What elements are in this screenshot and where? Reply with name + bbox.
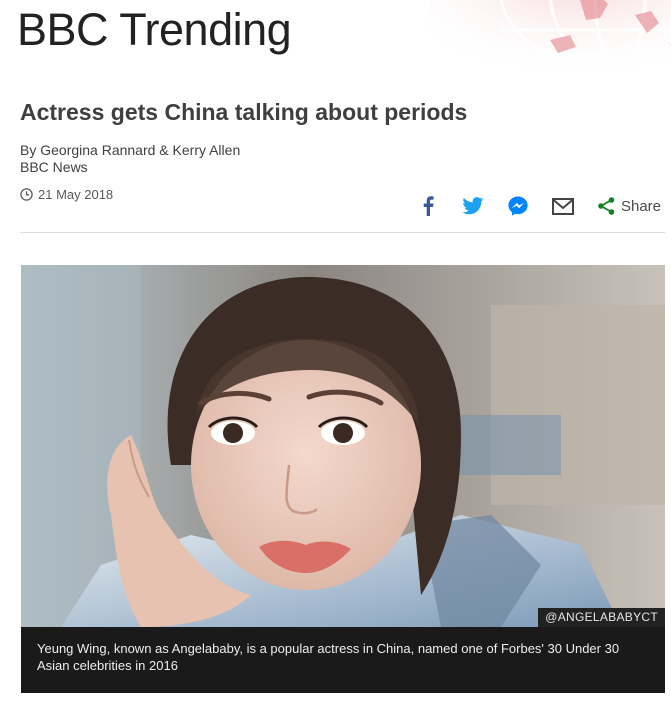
messenger-icon [508,196,528,216]
portrait-photo [21,265,665,627]
twitter-share-button[interactable] [460,193,486,219]
facebook-share-button[interactable] [415,193,441,219]
facebook-icon [423,196,434,216]
email-share-button[interactable] [550,193,576,219]
article-date: 21 May 2018 [20,185,113,203]
share-label: Share [620,197,661,215]
byline-authors: By Georgina Rannard & Kerry Allen [20,142,241,158]
email-icon [551,197,574,215]
article-headline: Actress gets China talking about periods [20,99,468,125]
image-caption: Yeung Wing, known as Angelababy, is a po… [21,627,665,693]
globe-graphic [430,0,671,70]
image-credit: @ANGELABABYCT [538,608,665,627]
date-text: 21 May 2018 [38,186,114,202]
divider [20,232,665,233]
messenger-share-button[interactable] [505,193,531,219]
share-bar: Share [396,193,661,219]
twitter-icon [462,197,484,215]
clock-icon [20,187,33,201]
share-icon [598,197,615,215]
byline-source: BBC News [20,159,88,175]
lead-image-figure: @ANGELABABYCT Yeung Wing, known as Angel… [21,265,665,693]
section-title[interactable]: BBC Trending [17,4,292,56]
share-button[interactable]: Share [598,197,661,215]
masthead: BBC Trending [0,0,671,70]
